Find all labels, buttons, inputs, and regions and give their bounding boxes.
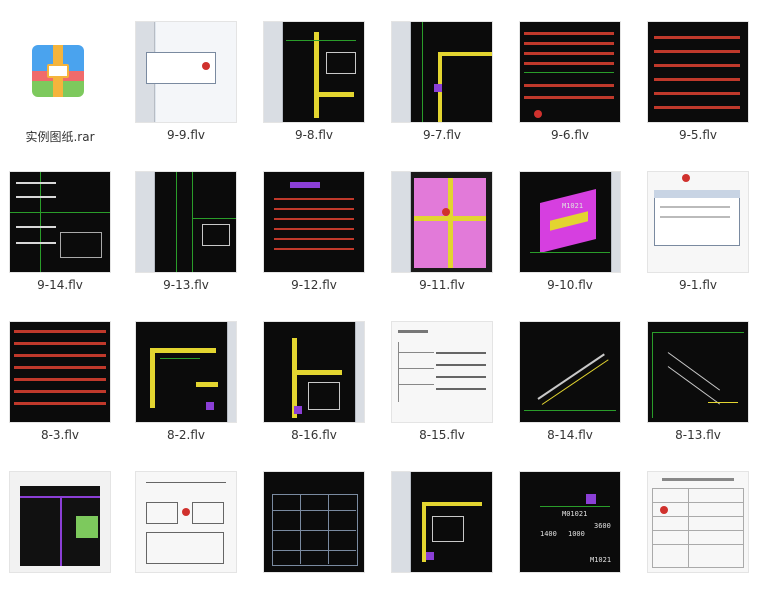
- video-thumbnail: [648, 322, 748, 422]
- file-tile[interactable]: 9-7.flv: [382, 0, 510, 150]
- file-name: 实例图纸.rar: [25, 130, 95, 144]
- video-thumbnail: M01021 1400 1000 3600 M1021: [520, 472, 620, 572]
- video-thumbnail: [136, 322, 236, 422]
- file-tile[interactable]: [0, 450, 128, 600]
- video-thumbnail: [136, 472, 236, 572]
- file-name: 9-11.flv: [419, 278, 465, 292]
- file-tile[interactable]: 8-2.flv: [126, 300, 254, 450]
- file-tile[interactable]: [382, 450, 510, 600]
- video-thumbnail: [392, 322, 492, 422]
- file-name: 9-13.flv: [163, 278, 209, 292]
- video-thumbnail: [520, 22, 620, 122]
- video-thumbnail: [520, 322, 620, 422]
- video-thumbnail: [392, 172, 492, 272]
- video-thumbnail: [264, 22, 364, 122]
- video-thumbnail: [264, 172, 364, 272]
- file-tile[interactable]: 8-14.flv: [510, 300, 638, 450]
- file-name: 8-3.flv: [40, 428, 80, 442]
- video-thumbnail: [648, 172, 748, 272]
- file-tile-rar[interactable]: 实例图纸.rar: [0, 0, 128, 150]
- file-tile[interactable]: 9-13.flv: [126, 150, 254, 300]
- file-name: 8-16.flv: [291, 428, 337, 442]
- file-tile[interactable]: 9-6.flv: [510, 0, 638, 150]
- video-thumbnail: [10, 172, 110, 272]
- video-thumbnail: [264, 472, 364, 572]
- file-tile[interactable]: 9-8.flv: [254, 0, 382, 150]
- file-tile[interactable]: 8-13.flv: [638, 300, 765, 450]
- file-tile[interactable]: 8-15.flv: [382, 300, 510, 450]
- file-tile[interactable]: 9-14.flv: [0, 150, 128, 300]
- archive-icon: [32, 45, 84, 97]
- file-name: 9-6.flv: [550, 128, 590, 142]
- video-thumbnail: [648, 22, 748, 122]
- thumb-label: M1021: [590, 556, 612, 564]
- file-tile[interactable]: 9-1.flv: [638, 150, 765, 300]
- video-thumbnail: [392, 472, 492, 572]
- file-tile[interactable]: [638, 450, 765, 600]
- video-thumbnail: [10, 472, 110, 572]
- file-tile[interactable]: M1021 9-10.flv: [510, 150, 638, 300]
- video-thumbnail: [136, 172, 236, 272]
- file-name: 8-14.flv: [547, 428, 593, 442]
- file-name: 9-9.flv: [166, 128, 206, 142]
- video-thumbnail: [264, 322, 364, 422]
- file-name: 9-7.flv: [422, 128, 462, 142]
- file-name: 9-14.flv: [37, 278, 83, 292]
- file-tile[interactable]: 9-9.flv: [126, 0, 254, 150]
- file-name: 8-15.flv: [419, 428, 465, 442]
- file-tile[interactable]: [254, 450, 382, 600]
- file-tile[interactable]: 8-16.flv: [254, 300, 382, 450]
- file-tile[interactable]: 9-11.flv: [382, 150, 510, 300]
- video-thumbnail: [10, 322, 110, 422]
- file-name: 8-13.flv: [675, 428, 721, 442]
- video-thumbnail: [136, 22, 236, 122]
- file-tile[interactable]: [126, 450, 254, 600]
- file-name: 9-5.flv: [678, 128, 718, 142]
- file-name: 9-12.flv: [291, 278, 337, 292]
- file-tile[interactable]: 9-5.flv: [638, 0, 765, 150]
- file-name: 9-10.flv: [547, 278, 593, 292]
- video-thumbnail: [392, 22, 492, 122]
- thumb-label: M1021: [562, 202, 584, 210]
- thumb-label: M01021: [562, 510, 588, 518]
- file-tile[interactable]: M01021 1400 1000 3600 M1021: [510, 450, 638, 600]
- thumb-label: 1400: [540, 530, 557, 538]
- video-thumbnail: M1021: [520, 172, 620, 272]
- thumb-label: 3600: [594, 522, 611, 530]
- file-name: 9-1.flv: [678, 278, 718, 292]
- thumb-label: 1000: [568, 530, 585, 538]
- file-grid: 实例图纸.rar 9-9.flv 9-8.flv 9-7.flv 9-6.flv…: [0, 0, 765, 604]
- video-thumbnail: [648, 472, 748, 572]
- file-name: 9-8.flv: [294, 128, 334, 142]
- file-tile[interactable]: 8-3.flv: [0, 300, 128, 450]
- file-tile[interactable]: 9-12.flv: [254, 150, 382, 300]
- file-name: 8-2.flv: [166, 428, 206, 442]
